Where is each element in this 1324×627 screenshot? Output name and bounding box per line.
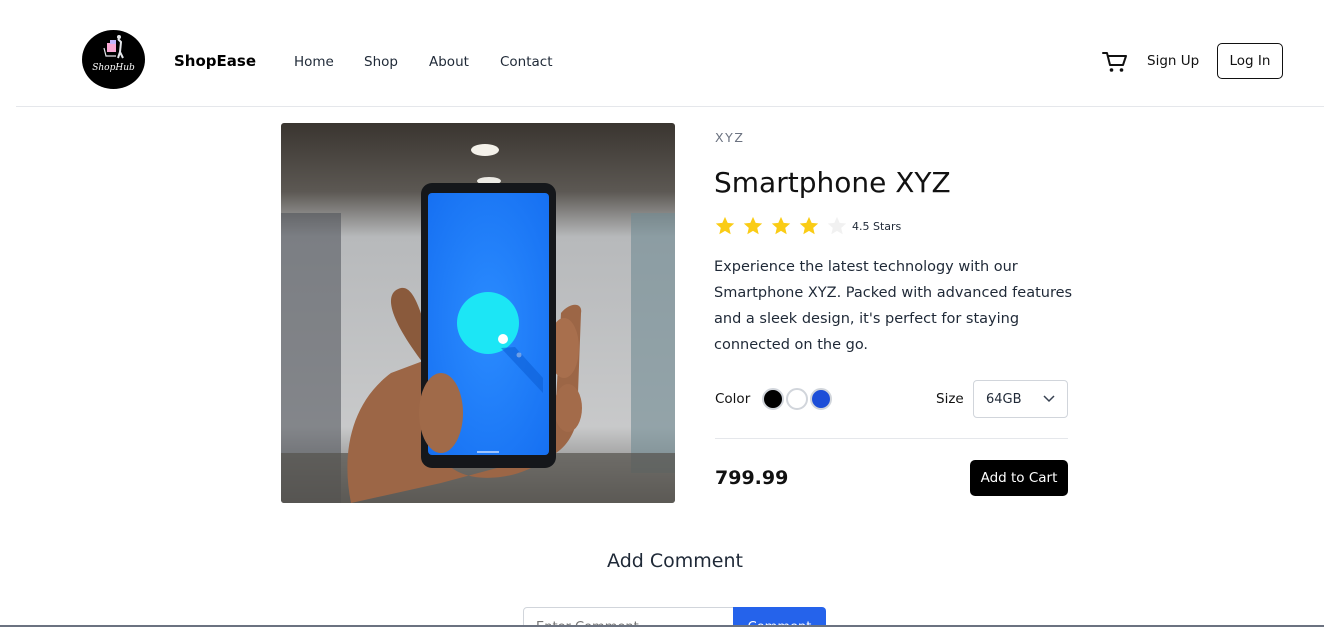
sign-up-link[interactable]: Sign Up <box>1147 53 1199 69</box>
shopping-cart-icon[interactable] <box>1102 50 1128 74</box>
color-swatch-blue[interactable] <box>810 388 832 410</box>
comment-submit-button[interactable]: Comment <box>733 607 826 627</box>
nav-home[interactable]: Home <box>294 54 334 70</box>
star-empty-icon <box>827 216 847 235</box>
nav-about[interactable]: About <box>429 54 469 70</box>
star-icon <box>771 216 791 235</box>
color-swatch-black[interactable] <box>762 388 784 410</box>
nav-contact[interactable]: Contact <box>500 54 553 70</box>
comment-input[interactable] <box>523 607 734 627</box>
chevron-down-icon <box>1043 395 1055 403</box>
size-selected-value: 64GB <box>986 392 1022 407</box>
star-icon <box>715 216 735 235</box>
add-to-cart-button[interactable]: Add to Cart <box>970 460 1068 496</box>
product-price: 799.99 <box>715 467 789 489</box>
product-title: Smartphone XYZ <box>714 166 951 199</box>
size-select[interactable]: 64GB <box>973 380 1068 418</box>
rating-text: 4.5 Stars <box>852 219 902 233</box>
logo-text: ShopHub <box>92 63 135 73</box>
product-description: Experience the latest technology with ou… <box>714 259 1073 353</box>
product-image <box>281 123 675 503</box>
comment-heading: Add Comment <box>607 550 743 572</box>
brand-name[interactable]: ShopEase <box>174 52 256 70</box>
size-label: Size <box>936 391 964 407</box>
nav-shop[interactable]: Shop <box>364 54 398 70</box>
divider <box>715 438 1068 439</box>
color-swatch-white[interactable] <box>786 388 808 410</box>
star-icon <box>743 216 763 235</box>
product-brand: XYZ <box>715 130 745 145</box>
color-label: Color <box>715 391 751 407</box>
star-icon <box>799 216 819 235</box>
shophub-logo[interactable]: ShopHub <box>82 30 145 89</box>
log-in-button[interactable]: Log In <box>1217 43 1283 79</box>
rating-stars: 4.5 Stars <box>714 214 901 238</box>
site-header: ShopHub ShopEase Home Shop About Contact… <box>16 0 1324 107</box>
